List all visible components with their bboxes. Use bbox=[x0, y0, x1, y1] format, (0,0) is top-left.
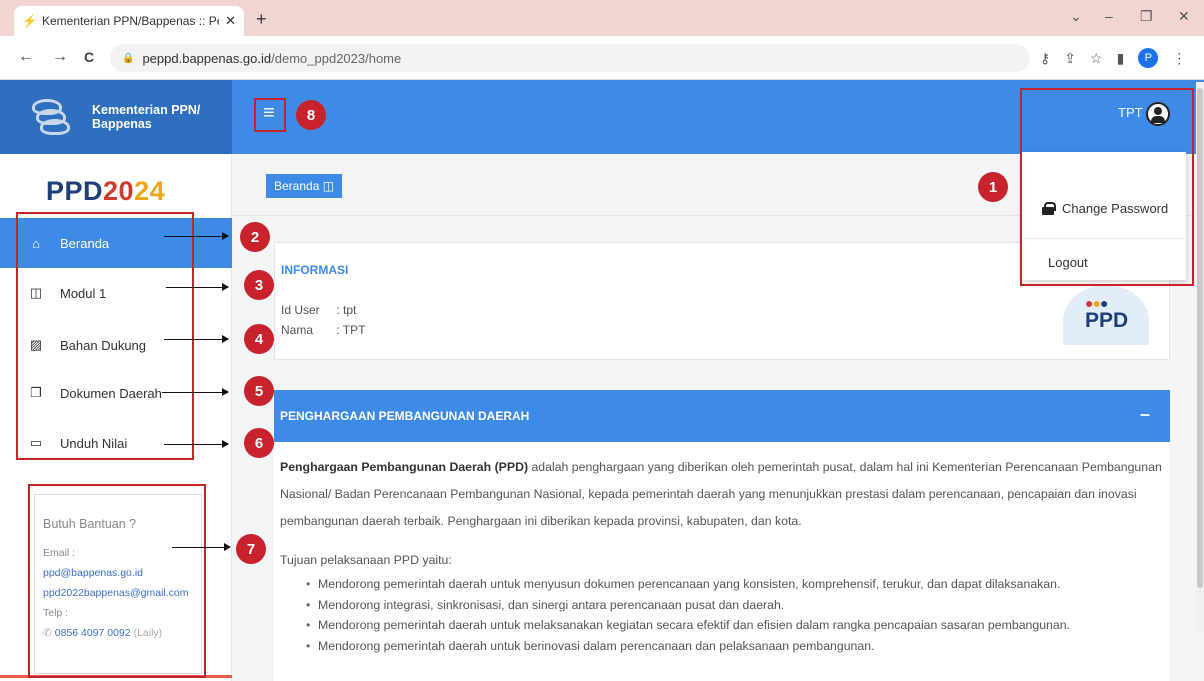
url-path: /demo_ppd2023/home bbox=[271, 50, 402, 66]
back-button[interactable]: ← bbox=[18, 48, 34, 66]
ppd-badge: ●●● PPD bbox=[1063, 285, 1149, 345]
breadcrumb-label: Beranda bbox=[274, 179, 320, 193]
list-item: Mendorong integrasi, sinkronisasi, dan s… bbox=[306, 595, 1162, 616]
list-item: Mendorong pemerintah daerah untuk menyus… bbox=[306, 574, 1162, 595]
annotation-marker-7: 7 bbox=[236, 534, 266, 564]
list-item: Mendorong pemerintah daerah untuk melaks… bbox=[306, 615, 1162, 636]
goals-list: Mendorong pemerintah daerah untuk menyus… bbox=[306, 574, 1162, 656]
browser-tab[interactable]: ⚡ Kementerian PPN/Bappenas :: Pe ✕ bbox=[14, 6, 244, 36]
annotation-marker-1: 1 bbox=[978, 172, 1008, 202]
list-item: Mendorong pemerintah daerah untuk berino… bbox=[306, 636, 1162, 657]
annotation-box-help bbox=[28, 484, 206, 678]
breadcrumb-beranda[interactable]: Beranda ◫ bbox=[266, 174, 343, 198]
annotation-arrow-5 bbox=[162, 388, 229, 396]
tab-title: Kementerian PPN/Bappenas :: Pe bbox=[42, 14, 220, 28]
ppd-logo-part-2: 20 bbox=[103, 176, 135, 206]
nama-value: : TPT bbox=[336, 323, 366, 337]
brand-line-1: Kementerian PPN/ bbox=[92, 103, 201, 117]
annotation-marker-3: 3 bbox=[244, 270, 274, 300]
section-header[interactable]: PENGHARGAAN PEMBANGUNAN DAERAH – bbox=[274, 390, 1170, 442]
tab-search-icon[interactable]: ⌄ bbox=[1070, 8, 1082, 25]
annotation-arrow-2 bbox=[164, 232, 229, 240]
minimize-button[interactable]: – bbox=[1105, 8, 1113, 24]
restore-button[interactable]: ❐ bbox=[1140, 8, 1153, 25]
browser-tab-strip: ⚡ Kementerian PPN/Bappenas :: Pe ✕ + ⌄ –… bbox=[0, 0, 1204, 36]
annotation-box-menu-toggle bbox=[254, 98, 286, 132]
annotation-box-user-menu bbox=[1020, 88, 1194, 286]
annotation-marker-2: 2 bbox=[240, 222, 270, 252]
scrollbar-thumb[interactable] bbox=[1197, 88, 1203, 588]
site-favicon-icon: ⚡ bbox=[22, 14, 37, 28]
section-title: PENGHARGAAN PEMBANGUNAN DAERAH bbox=[280, 409, 530, 423]
annotation-marker-4: 4 bbox=[244, 324, 274, 354]
brand-text: Kementerian PPN/ Bappenas bbox=[92, 103, 200, 131]
annotation-marker-8: 8 bbox=[296, 100, 326, 130]
ppd-section: PENGHARGAAN PEMBANGUNAN DAERAH – Penghar… bbox=[274, 390, 1170, 681]
new-tab-button[interactable]: + bbox=[256, 9, 267, 30]
profile-avatar[interactable]: P bbox=[1138, 48, 1159, 68]
bookmark-star-icon[interactable]: ☆ bbox=[1090, 50, 1103, 67]
url-bar[interactable]: 🔒 peppd.bappenas.go.id/demo_ppd2023/home bbox=[110, 44, 1030, 72]
annotation-arrow-6 bbox=[164, 440, 229, 448]
intro-paragraph: Penghargaan Pembangunan Daerah (PPD) ada… bbox=[280, 454, 1162, 535]
key-icon[interactable]: ⚷ bbox=[1040, 50, 1050, 67]
screen: { "browser": { "tab_title": "Kementerian… bbox=[0, 0, 1204, 681]
id-user-label: Id User bbox=[281, 303, 320, 317]
toolbar-icons: ⚷ ⇪ ☆ ▮ P ⋮ bbox=[1040, 48, 1186, 68]
annotation-marker-5: 5 bbox=[244, 376, 274, 406]
annotation-arrow-7 bbox=[172, 543, 231, 551]
intro-bold: Penghargaan Pembangunan Daerah (PPD) bbox=[280, 460, 529, 474]
browser-toolbar: ← → C 🔒 peppd.bappenas.go.id/demo_ppd202… bbox=[0, 36, 1204, 80]
page-scrollbar[interactable] bbox=[1196, 82, 1204, 632]
reload-button[interactable]: C bbox=[84, 49, 94, 65]
ppd-logo-part-3: 24 bbox=[134, 176, 166, 206]
annotation-box-sidebar-menu bbox=[16, 212, 194, 460]
book-icon: ◫ bbox=[322, 179, 335, 193]
nama-row: Nama : TPT bbox=[281, 323, 365, 337]
id-user-value: : tpt bbox=[336, 303, 357, 317]
url-domain: peppd.bappenas.go.id bbox=[142, 50, 272, 66]
annotation-marker-6: 6 bbox=[244, 428, 274, 458]
secure-lock-icon[interactable]: 🔒 bbox=[122, 53, 134, 64]
collapse-icon[interactable]: – bbox=[1140, 404, 1150, 425]
side-panel-icon[interactable]: ▮ bbox=[1117, 50, 1125, 67]
info-title: INFORMASI bbox=[281, 263, 349, 277]
nama-label: Nama bbox=[281, 323, 314, 337]
brand[interactable]: Kementerian PPN/ Bappenas bbox=[0, 80, 232, 154]
browser-menu-icon[interactable]: ⋮ bbox=[1172, 50, 1186, 67]
ppd-logo-part-1: PPD bbox=[46, 176, 104, 206]
id-user-row: Id User : tpt bbox=[281, 303, 356, 317]
tab-close-icon[interactable]: ✕ bbox=[225, 13, 236, 29]
annotation-arrow-4 bbox=[164, 335, 229, 343]
forward-button[interactable]: → bbox=[52, 48, 68, 66]
annotation-arrow-3 bbox=[166, 283, 229, 291]
section-body: Penghargaan Pembangunan Daerah (PPD) ada… bbox=[280, 454, 1162, 656]
bappenas-logo-icon bbox=[28, 95, 86, 139]
badge-text: PPD bbox=[1085, 309, 1129, 332]
brand-line-2: Bappenas bbox=[92, 117, 152, 131]
goals-label: Tujuan pelaksanaan PPD yaitu: bbox=[280, 553, 452, 567]
share-icon[interactable]: ⇪ bbox=[1064, 50, 1076, 67]
ppd-logo: PPD2024 bbox=[46, 176, 165, 207]
window-close-button[interactable]: ✕ bbox=[1178, 8, 1190, 25]
